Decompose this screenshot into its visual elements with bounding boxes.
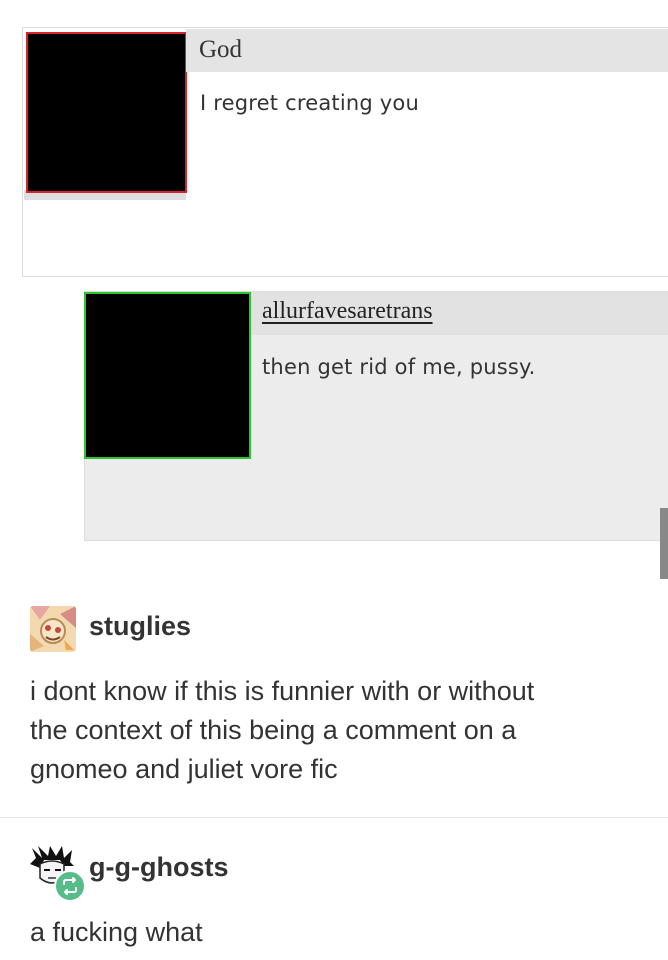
god-avatar[interactable] bbox=[26, 32, 187, 193]
post-body-g-g-ghosts: a fucking what bbox=[30, 917, 203, 947]
reply-comment-author[interactable]: allurfavesaretrans bbox=[262, 298, 433, 325]
avatar-illustration-icon bbox=[30, 606, 76, 652]
reply-avatar[interactable] bbox=[84, 292, 251, 459]
post-body-line: the context of this being a comment on a bbox=[30, 715, 517, 745]
scrollbar[interactable] bbox=[660, 508, 668, 579]
post-body-stuglies: i dont know if this is funnier with or w… bbox=[30, 672, 534, 789]
post-username-stuglies[interactable]: stuglies bbox=[89, 611, 191, 642]
stuglies-avatar[interactable] bbox=[30, 606, 76, 652]
post-divider bbox=[0, 817, 668, 818]
parent-comment-text: I regret creating you bbox=[200, 91, 419, 115]
reblog-icon bbox=[54, 870, 86, 902]
post-body-line: i dont know if this is funnier with or w… bbox=[30, 676, 535, 706]
post-username-g-g-ghosts[interactable]: g-g-ghosts bbox=[89, 852, 228, 883]
reply-comment-text: then get rid of me, pussy. bbox=[262, 355, 536, 379]
post-body-line: gnomeo and juliet vore fic bbox=[30, 754, 338, 784]
parent-comment-author[interactable]: God bbox=[199, 36, 242, 64]
parent-comment-header bbox=[186, 29, 668, 72]
